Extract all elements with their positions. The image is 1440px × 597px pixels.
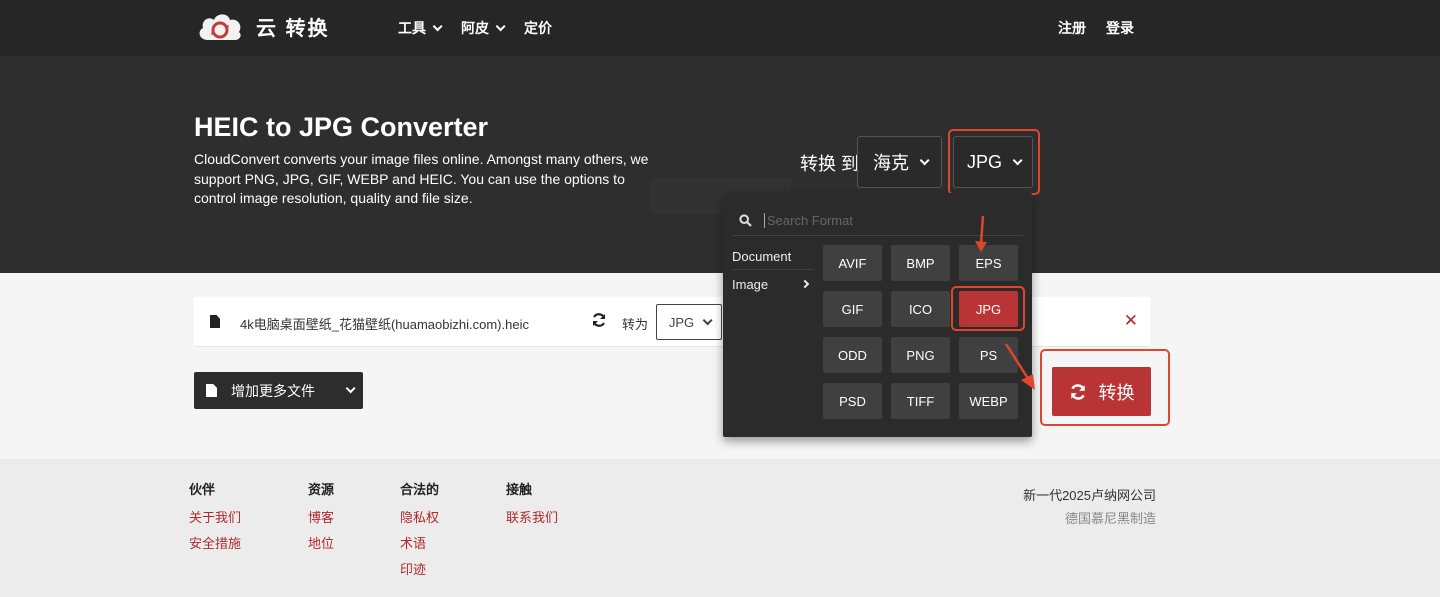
- category-document-label: Document: [732, 249, 792, 264]
- footer: 伙伴 关于我们 安全措施 资源 博客 地位 合法的 隐私权 术语 印迹 接触 联…: [0, 459, 1440, 597]
- footer-heading: 接触: [506, 482, 533, 497]
- arrow-down-icon: [975, 215, 987, 252]
- chevron-right-icon: [800, 279, 810, 289]
- convert-to-row-label: 转为: [622, 317, 649, 332]
- add-files-label: 增加更多文件: [231, 382, 315, 399]
- nav-api[interactable]: 阿皮: [461, 18, 506, 38]
- nav-pricing-label: 定价: [524, 20, 552, 36]
- chevron-down-icon: [702, 314, 713, 325]
- row-format-select[interactable]: JPG: [656, 304, 722, 340]
- logo[interactable]: 云 转换: [196, 10, 330, 42]
- category-document[interactable]: Document: [732, 244, 814, 270]
- nav-api-label: 阿皮: [461, 20, 489, 36]
- company-name: 新一代2025卢纳网公司: [1023, 488, 1156, 503]
- category-image-label: Image: [732, 277, 769, 292]
- output-format-value: JPG: [966, 151, 1002, 172]
- convert-to-label: 转换 到: [800, 154, 860, 174]
- footer-link-terms[interactable]: 术语: [400, 533, 439, 552]
- main-nav: 工具 阿皮 定价: [398, 18, 552, 38]
- footer-heading: 资源: [308, 482, 335, 497]
- footer-column-resources: 资源 博客 地位: [308, 479, 334, 559]
- file-icon: [210, 315, 220, 328]
- highlight-frame-jpg: [951, 286, 1025, 331]
- footer-column-contact: 接触 联系我们: [506, 479, 558, 533]
- input-format-select[interactable]: 海克: [857, 136, 942, 188]
- format-option-png[interactable]: PNG: [891, 337, 950, 373]
- chevron-down-icon: [432, 20, 443, 31]
- register-link[interactable]: 注册: [1058, 18, 1086, 38]
- close-icon[interactable]: ✕: [1124, 311, 1138, 331]
- format-option-tiff[interactable]: TIFF: [891, 383, 950, 419]
- auth-nav: 注册 登录: [1058, 18, 1134, 38]
- convert-button-label: 转换: [1098, 382, 1135, 403]
- format-option-ico[interactable]: ICO: [891, 291, 950, 327]
- login-link[interactable]: 登录: [1106, 18, 1134, 38]
- chevron-down-icon: [495, 20, 506, 31]
- chevron-down-icon: [1012, 154, 1023, 165]
- nav-tools[interactable]: 工具: [398, 18, 443, 38]
- output-format-select[interactable]: JPG: [953, 136, 1033, 188]
- made-in-label: 德国慕尼黑制造: [1064, 511, 1156, 526]
- search-icon: [739, 214, 752, 227]
- convert-button[interactable]: 转换: [1052, 367, 1151, 416]
- row-format-value: JPG: [668, 314, 695, 330]
- chevron-down-icon: [919, 154, 930, 165]
- footer-link-contact[interactable]: 联系我们: [506, 507, 558, 526]
- nav-tools-label: 工具: [398, 20, 426, 36]
- footer-link-blog[interactable]: 博客: [308, 507, 334, 526]
- footer-link-security[interactable]: 安全措施: [189, 533, 241, 552]
- format-search-input[interactable]: [764, 213, 994, 228]
- chevron-down-icon: [345, 383, 356, 394]
- arrow-diagonal-icon: [1004, 343, 1035, 390]
- logo-text: 云 转换: [256, 17, 330, 40]
- refresh-icon: [591, 312, 607, 328]
- footer-link-status[interactable]: 地位: [308, 533, 334, 552]
- format-option-avif[interactable]: AVIF: [823, 245, 882, 281]
- format-option-odd[interactable]: ODD: [823, 337, 882, 373]
- footer-column-legal: 合法的 隐私权 术语 印迹: [400, 479, 439, 585]
- file-plus-icon: [206, 384, 217, 397]
- footer-company-info: 新一代2025卢纳网公司 德国慕尼黑制造: [1023, 485, 1156, 527]
- footer-column-partners: 伙伴 关于我们 安全措施: [189, 479, 241, 559]
- category-image[interactable]: Image: [732, 272, 814, 298]
- format-option-psd[interactable]: PSD: [823, 383, 882, 419]
- cloud-logo-icon: [196, 10, 244, 42]
- footer-link-imprint[interactable]: 印迹: [400, 559, 439, 578]
- file-name: 4k电脑桌面壁纸_花猫壁纸(huamaobizhi.com).heic: [240, 317, 529, 332]
- footer-heading: 合法的: [400, 482, 440, 497]
- footer-link-about[interactable]: 关于我们: [189, 507, 241, 526]
- nav-pricing[interactable]: 定价: [524, 18, 552, 38]
- page-description: CloudConvert converts your image files o…: [194, 151, 649, 206]
- input-format-value: 海克: [873, 153, 909, 173]
- format-grid: AVIF BMP EPS GIF ICO JPG ODD PNG PS PSD …: [823, 245, 1018, 419]
- refresh-icon: [1069, 383, 1087, 401]
- add-files-button[interactable]: 增加更多文件: [194, 372, 363, 409]
- hero-section: 云 转换 工具 阿皮 定价 注册 登录 HEIC to JPG Converte…: [0, 0, 1440, 273]
- footer-heading: 伙伴: [189, 482, 216, 497]
- page-title: HEIC to JPG Converter: [194, 112, 489, 142]
- format-option-bmp[interactable]: BMP: [891, 245, 950, 281]
- footer-link-privacy[interactable]: 隐私权: [400, 507, 439, 526]
- format-option-gif[interactable]: GIF: [823, 291, 882, 327]
